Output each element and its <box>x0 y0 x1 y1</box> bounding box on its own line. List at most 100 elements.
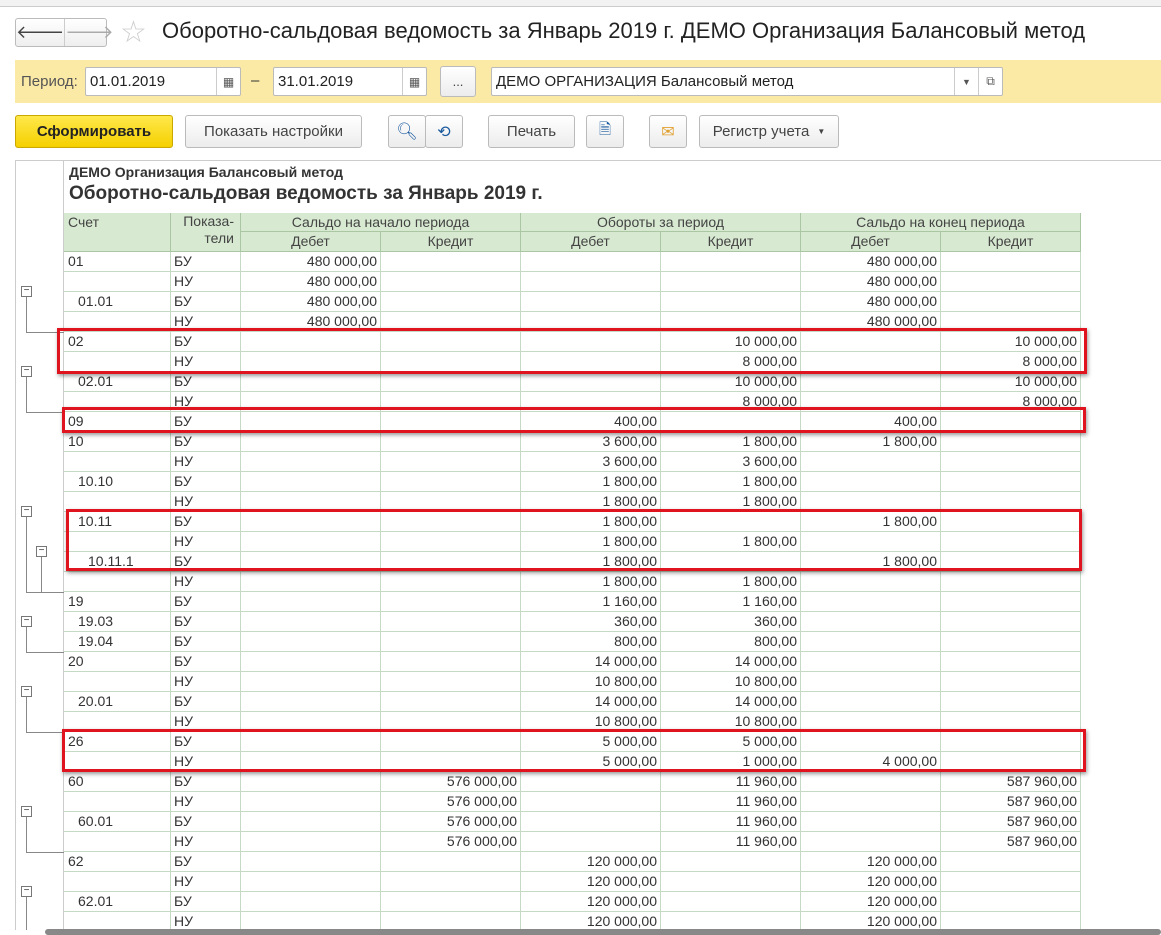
turnover-credit-cell[interactable] <box>661 252 801 272</box>
opening-credit-cell[interactable] <box>381 892 521 912</box>
account-cell[interactable] <box>64 872 171 892</box>
closing-credit-cell[interactable] <box>941 252 1081 272</box>
account-cell[interactable]: 19.04 <box>64 632 171 652</box>
collapse-group-icon[interactable]: − <box>21 506 32 517</box>
turnover-debit-cell[interactable]: 120 000,00 <box>521 852 661 872</box>
turnover-debit-cell[interactable]: 1 800,00 <box>521 472 661 492</box>
indicator-cell[interactable]: БУ <box>171 632 241 652</box>
opening-credit-cell[interactable] <box>381 612 521 632</box>
generate-button[interactable]: Сформировать <box>15 115 173 148</box>
opening-debit-cell[interactable]: 480 000,00 <box>241 252 381 272</box>
closing-debit-cell[interactable] <box>801 652 941 672</box>
opening-credit-cell[interactable] <box>381 472 521 492</box>
closing-credit-cell[interactable] <box>941 472 1081 492</box>
closing-credit-cell[interactable] <box>941 872 1081 892</box>
calendar-icon[interactable]: ▦ <box>402 68 426 95</box>
turnover-debit-cell[interactable]: 3 600,00 <box>521 452 661 472</box>
opening-credit-cell[interactable] <box>381 872 521 892</box>
closing-credit-cell[interactable] <box>941 912 1081 930</box>
indicator-cell[interactable]: БУ <box>171 812 241 832</box>
account-cell[interactable] <box>64 572 171 592</box>
turnover-debit-cell[interactable]: 10 800,00 <box>521 672 661 692</box>
turnover-credit-cell[interactable]: 800,00 <box>661 632 801 652</box>
collapse-group-icon[interactable]: − <box>21 366 32 377</box>
turnover-debit-cell[interactable]: 1 800,00 <box>521 572 661 592</box>
account-cell[interactable]: 01 <box>64 252 171 272</box>
indicator-cell[interactable]: БУ <box>171 772 241 792</box>
opening-credit-cell[interactable] <box>381 912 521 930</box>
opening-credit-cell[interactable]: 576 000,00 <box>381 792 521 812</box>
turnover-credit-cell[interactable] <box>661 272 801 292</box>
account-cell[interactable]: 60.01 <box>64 812 171 832</box>
turnover-debit-cell[interactable]: 120 000,00 <box>521 872 661 892</box>
closing-debit-cell[interactable] <box>801 612 941 632</box>
closing-debit-cell[interactable]: 1 800,00 <box>801 432 941 452</box>
account-cell[interactable]: 02.01 <box>64 372 171 392</box>
opening-credit-cell[interactable] <box>381 252 521 272</box>
closing-credit-cell[interactable] <box>941 672 1081 692</box>
turnover-debit-cell[interactable]: 360,00 <box>521 612 661 632</box>
turnover-credit-cell[interactable]: 11 960,00 <box>661 812 801 832</box>
account-cell[interactable]: 20.01 <box>64 692 171 712</box>
register-dropdown[interactable]: Регистр учета ▼ <box>699 115 839 148</box>
closing-credit-cell[interactable] <box>941 892 1081 912</box>
indicator-cell[interactable]: БУ <box>171 692 241 712</box>
closing-debit-cell[interactable] <box>801 772 941 792</box>
search-icon[interactable]: 🔍︎ <box>388 115 426 148</box>
opening-debit-cell[interactable] <box>241 612 381 632</box>
closing-debit-cell[interactable] <box>801 592 941 612</box>
turnover-debit-cell[interactable]: 120 000,00 <box>521 892 661 912</box>
collapse-group-icon[interactable]: − <box>21 886 32 897</box>
account-cell[interactable]: 19 <box>64 592 171 612</box>
horizontal-scrollbar[interactable] <box>45 929 1161 935</box>
turnover-debit-cell[interactable]: 14 000,00 <box>521 692 661 712</box>
turnover-debit-cell[interactable] <box>521 292 661 312</box>
turnover-debit-cell[interactable] <box>521 792 661 812</box>
date-to-input[interactable]: 31.01.2019 ▦ <box>273 67 427 96</box>
account-cell[interactable] <box>64 452 171 472</box>
turnover-credit-cell[interactable]: 14 000,00 <box>661 652 801 672</box>
account-cell[interactable] <box>64 672 171 692</box>
opening-credit-cell[interactable] <box>381 272 521 292</box>
collapse-group-icon[interactable]: − <box>36 546 47 557</box>
closing-debit-cell[interactable]: 120 000,00 <box>801 852 941 872</box>
turnover-debit-cell[interactable] <box>521 772 661 792</box>
calendar-icon[interactable]: ▦ <box>216 68 240 95</box>
turnover-credit-cell[interactable]: 11 960,00 <box>661 772 801 792</box>
opening-credit-cell[interactable] <box>381 572 521 592</box>
indicator-cell[interactable]: БУ <box>171 252 241 272</box>
account-cell[interactable]: 60 <box>64 772 171 792</box>
closing-credit-cell[interactable] <box>941 612 1081 632</box>
turnover-debit-cell[interactable] <box>521 372 661 392</box>
print-preview-icon[interactable]: 🗎 <box>586 115 624 148</box>
opening-debit-cell[interactable] <box>241 472 381 492</box>
account-cell[interactable]: 10.10 <box>64 472 171 492</box>
account-cell[interactable]: 01.01 <box>64 292 171 312</box>
opening-debit-cell[interactable] <box>241 792 381 812</box>
closing-debit-cell[interactable] <box>801 472 941 492</box>
indicator-cell[interactable]: БУ <box>171 592 241 612</box>
closing-credit-cell[interactable] <box>941 652 1081 672</box>
opening-credit-cell[interactable]: 576 000,00 <box>381 812 521 832</box>
opening-debit-cell[interactable] <box>241 632 381 652</box>
account-cell[interactable] <box>64 272 171 292</box>
account-cell[interactable]: 10 <box>64 432 171 452</box>
closing-debit-cell[interactable] <box>801 792 941 812</box>
closing-debit-cell[interactable] <box>801 452 941 472</box>
closing-debit-cell[interactable] <box>801 672 941 692</box>
opening-credit-cell[interactable] <box>381 632 521 652</box>
turnover-credit-cell[interactable] <box>661 892 801 912</box>
indicator-cell[interactable]: БУ <box>171 852 241 872</box>
indicator-cell[interactable]: НУ <box>171 832 241 852</box>
show-settings-button[interactable]: Показать настройки <box>185 115 362 148</box>
turnover-debit-cell[interactable]: 800,00 <box>521 632 661 652</box>
account-cell[interactable] <box>64 912 171 930</box>
closing-credit-cell[interactable] <box>941 692 1081 712</box>
closing-debit-cell[interactable] <box>801 632 941 652</box>
turnover-debit-cell[interactable]: 3 600,00 <box>521 432 661 452</box>
turnover-credit-cell[interactable]: 1 800,00 <box>661 432 801 452</box>
turnover-credit-cell[interactable]: 3 600,00 <box>661 452 801 472</box>
opening-debit-cell[interactable] <box>241 652 381 672</box>
closing-credit-cell[interactable] <box>941 272 1081 292</box>
closing-debit-cell[interactable]: 120 000,00 <box>801 892 941 912</box>
